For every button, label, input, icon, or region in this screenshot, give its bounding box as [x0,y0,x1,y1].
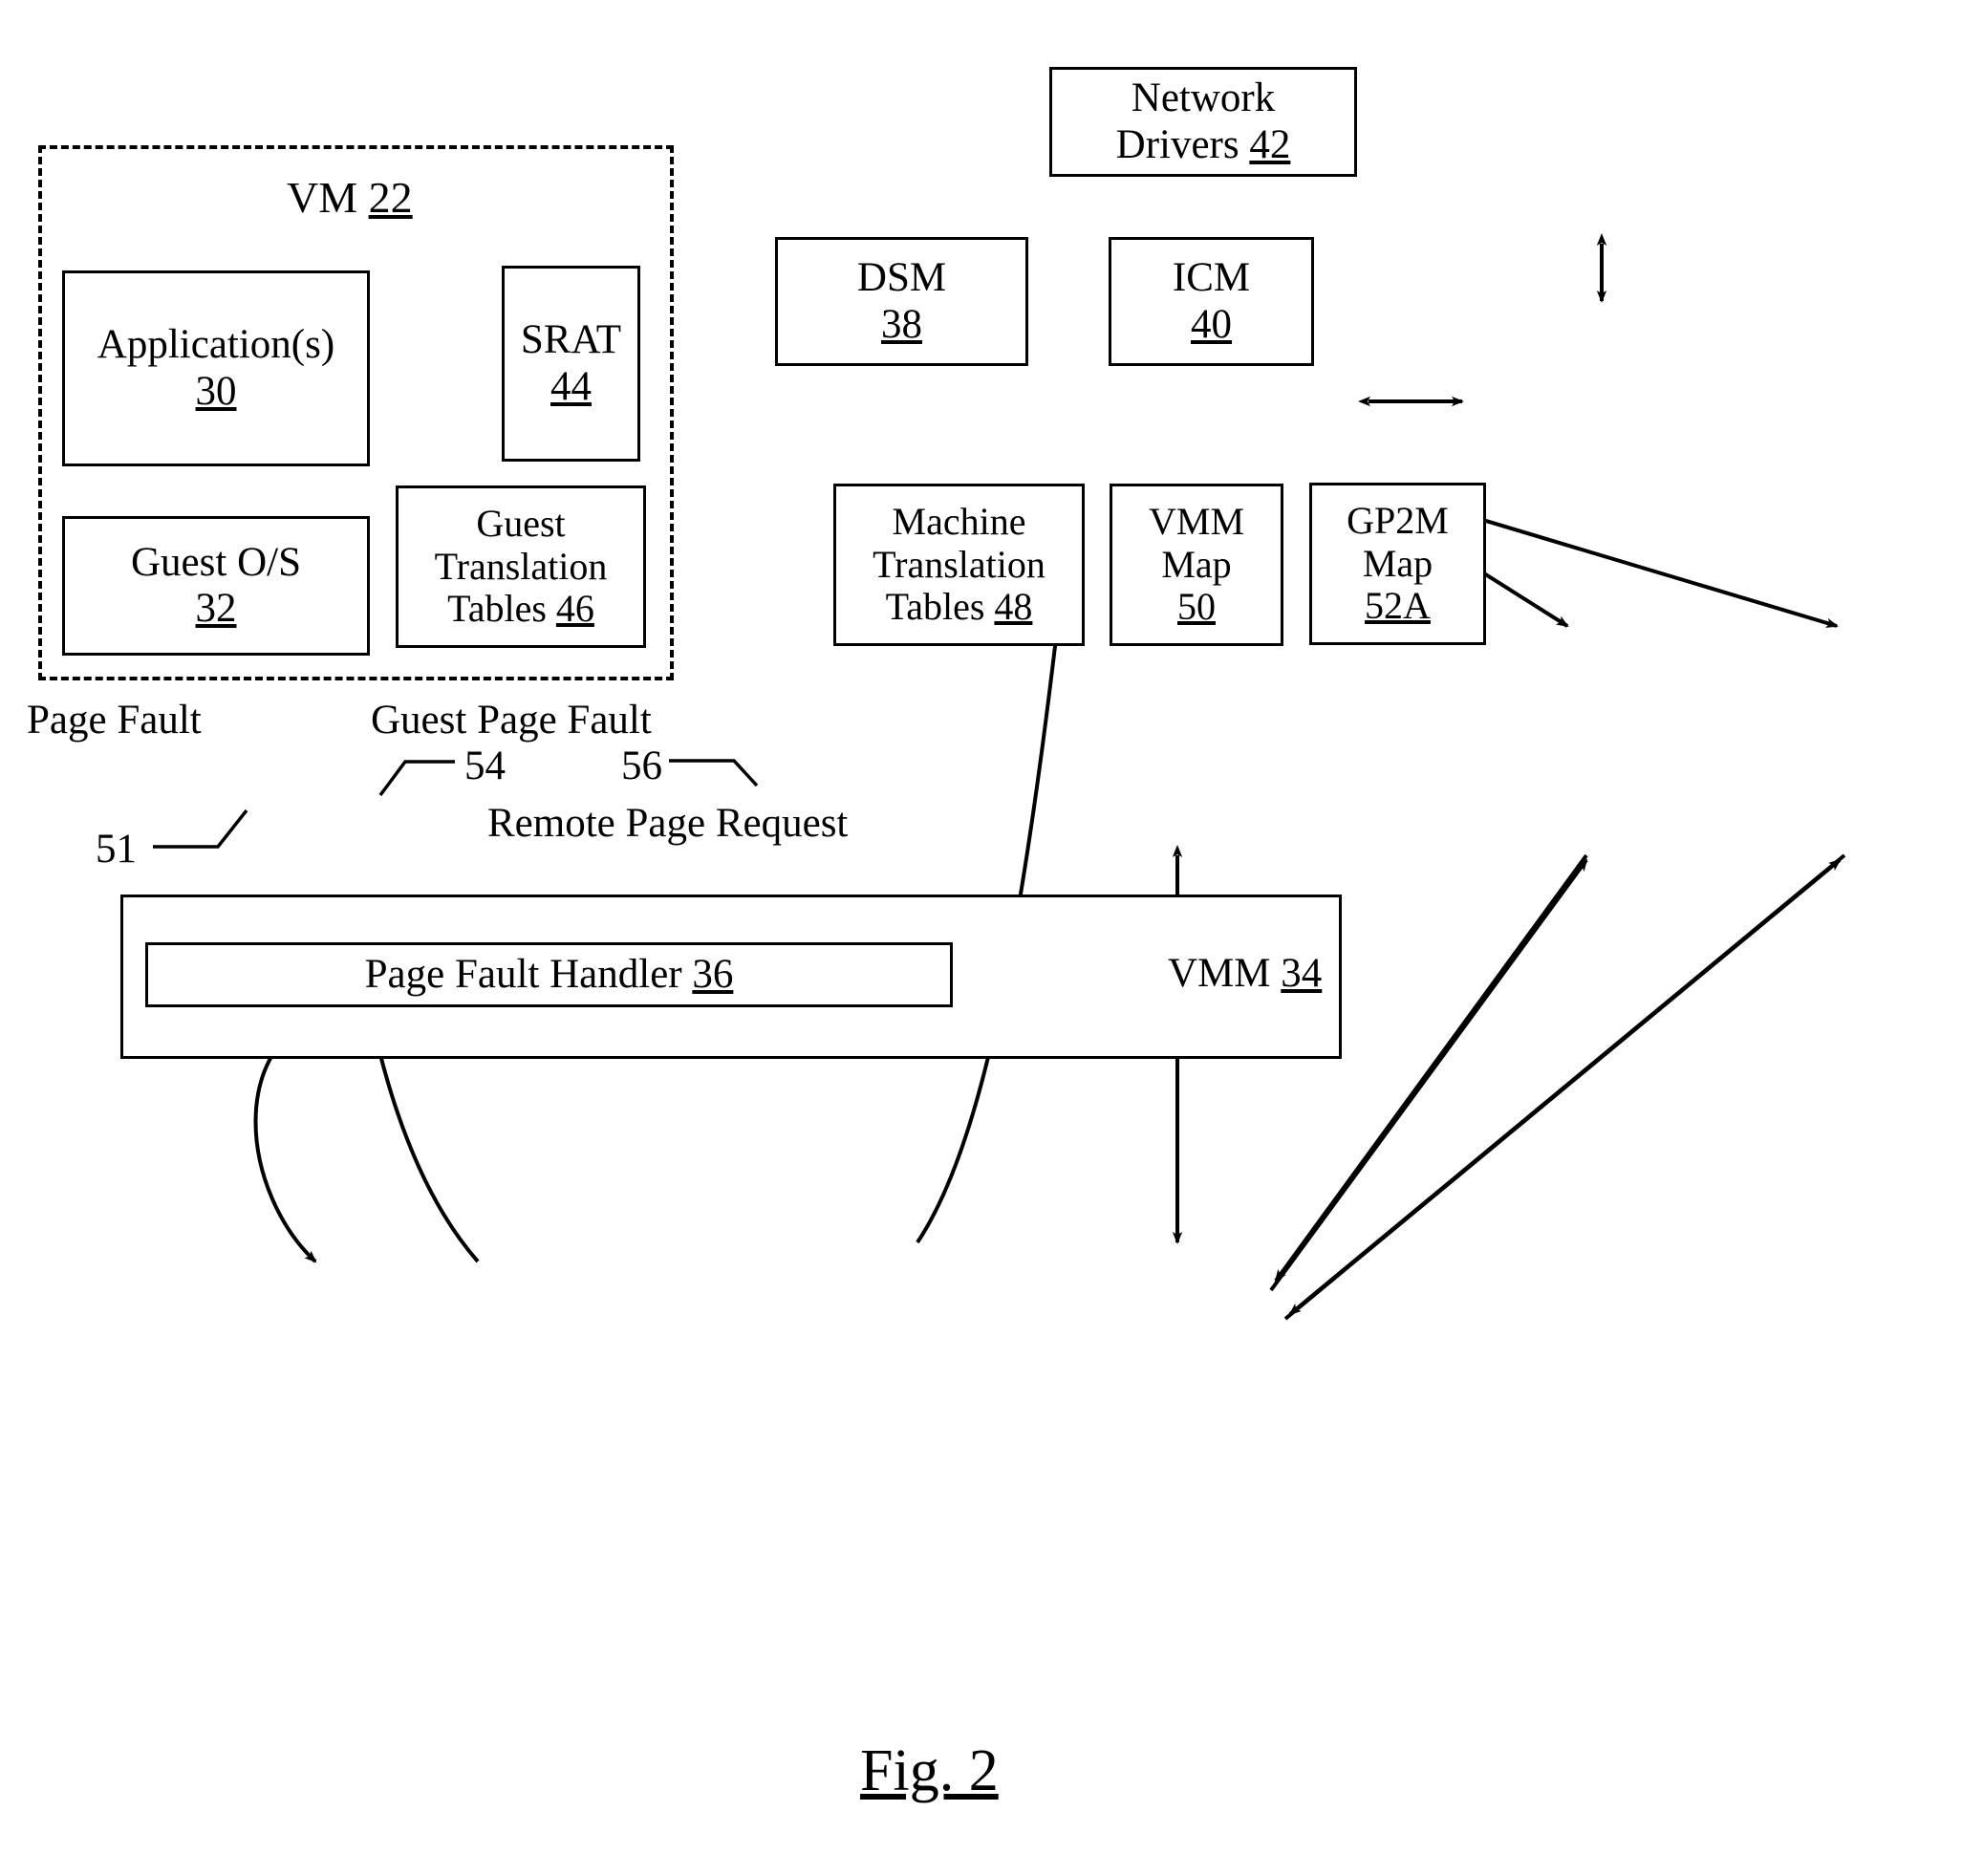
node-gtt-line3: Tables 46 [447,587,594,631]
label-ref-56: 56 [621,744,662,788]
node-dsm-ref: 38 [881,301,922,347]
figure-caption: Fig. 2 [860,1738,999,1803]
node-guest-os-ref: 32 [195,586,237,631]
node-networkdrivers-line1: Network [1131,75,1276,121]
label-ref-54: 54 [464,744,506,788]
node-gtt-line1: Guest [476,501,566,545]
node-page-fault-handler[interactable]: Page Fault Handler 36 [145,942,953,1007]
node-guest-translation-tables[interactable]: Guest Translation Tables 46 [396,485,646,648]
label-page-fault: Page Fault [27,698,202,743]
vm-label-ref: 22 [368,173,413,222]
node-gp2mmap-line1: GP2M [1347,498,1449,542]
leader-51 [153,809,248,849]
node-machine-translation-tables[interactable]: Machine Translation Tables 48 [833,484,1085,646]
node-srat[interactable]: SRAT 44 [502,266,640,462]
node-pfh-ref: 36 [692,951,734,997]
arrow-pfh-gp2mmap [1283,858,1842,1321]
vm-label-text: VM [287,173,369,222]
node-mtt-line3: Tables 48 [885,585,1033,629]
node-gp2mmap-line2: Map [1362,541,1433,585]
node-networkdrivers-ref: 42 [1249,121,1291,167]
leader-54 [378,760,455,797]
label-guest-page-fault: Guest Page Fault [371,698,652,743]
node-srat-label: SRAT [520,317,622,363]
node-gp2mmap-ref: 52A [1365,584,1431,628]
node-vmmmap-line1: VMM [1148,499,1245,543]
node-application[interactable]: Application(s) 30 [62,270,370,466]
node-dsm[interactable]: DSM 38 [775,237,1028,366]
node-gtt-line2: Translation [434,544,608,588]
node-vmm-map[interactable]: VMM Map 50 [1110,484,1283,646]
node-dsm-label: DSM [856,255,947,301]
label-rpr-line1: Remote Page [487,801,706,846]
leader-56 [669,759,759,787]
node-guest-os-label: Guest O/S [131,539,301,585]
node-vmm-ref: 34 [1281,951,1323,996]
arrow-gp2mmap-pfh [1288,853,1846,1316]
figure-canvas: VM 22 Application(s) 30 SRAT 44 Guest O/… [0,0,1983,1876]
node-mtt-line3-text: Tables [885,585,995,629]
node-networkdrivers-line2-text: Drivers [1115,121,1250,167]
node-guest-os[interactable]: Guest O/S 32 [62,516,370,656]
node-vmmmap-line2: Map [1161,542,1232,586]
node-networkdrivers-line2: Drivers 42 [1116,122,1291,168]
label-ref-51: 51 [96,827,137,872]
node-icm-ref: 40 [1191,301,1232,347]
node-srat-ref: 44 [550,363,592,409]
node-icm[interactable]: ICM 40 [1109,237,1314,366]
label-rpr-line2: Request [715,801,849,846]
node-pfh-label-text: Page Fault Handler [364,951,693,997]
node-mtt-line2: Translation [873,542,1045,586]
node-application-label: Application(s) [97,322,335,368]
node-gp2m-map[interactable]: GP2M Map 52A [1309,483,1486,645]
node-network-drivers[interactable]: Network Drivers 42 [1049,67,1357,177]
node-gtt-line3-text: Tables [447,587,556,631]
node-pfh-label: Page Fault Handler 36 [365,952,734,998]
node-icm-label: ICM [1172,255,1251,301]
vm-container-label: VM 22 [287,173,413,223]
node-vmmmap-ref: 50 [1177,585,1216,629]
node-application-ref: 30 [195,368,237,414]
node-vmm-label-text: VMM [1168,951,1282,996]
node-gtt-ref: 46 [555,587,594,631]
label-remote-page-request: Remote Page Request [487,801,848,846]
node-vmm-label: VMM 34 [1168,951,1322,996]
node-mtt-line1: Machine [892,499,1026,543]
node-mtt-ref: 48 [994,585,1033,629]
